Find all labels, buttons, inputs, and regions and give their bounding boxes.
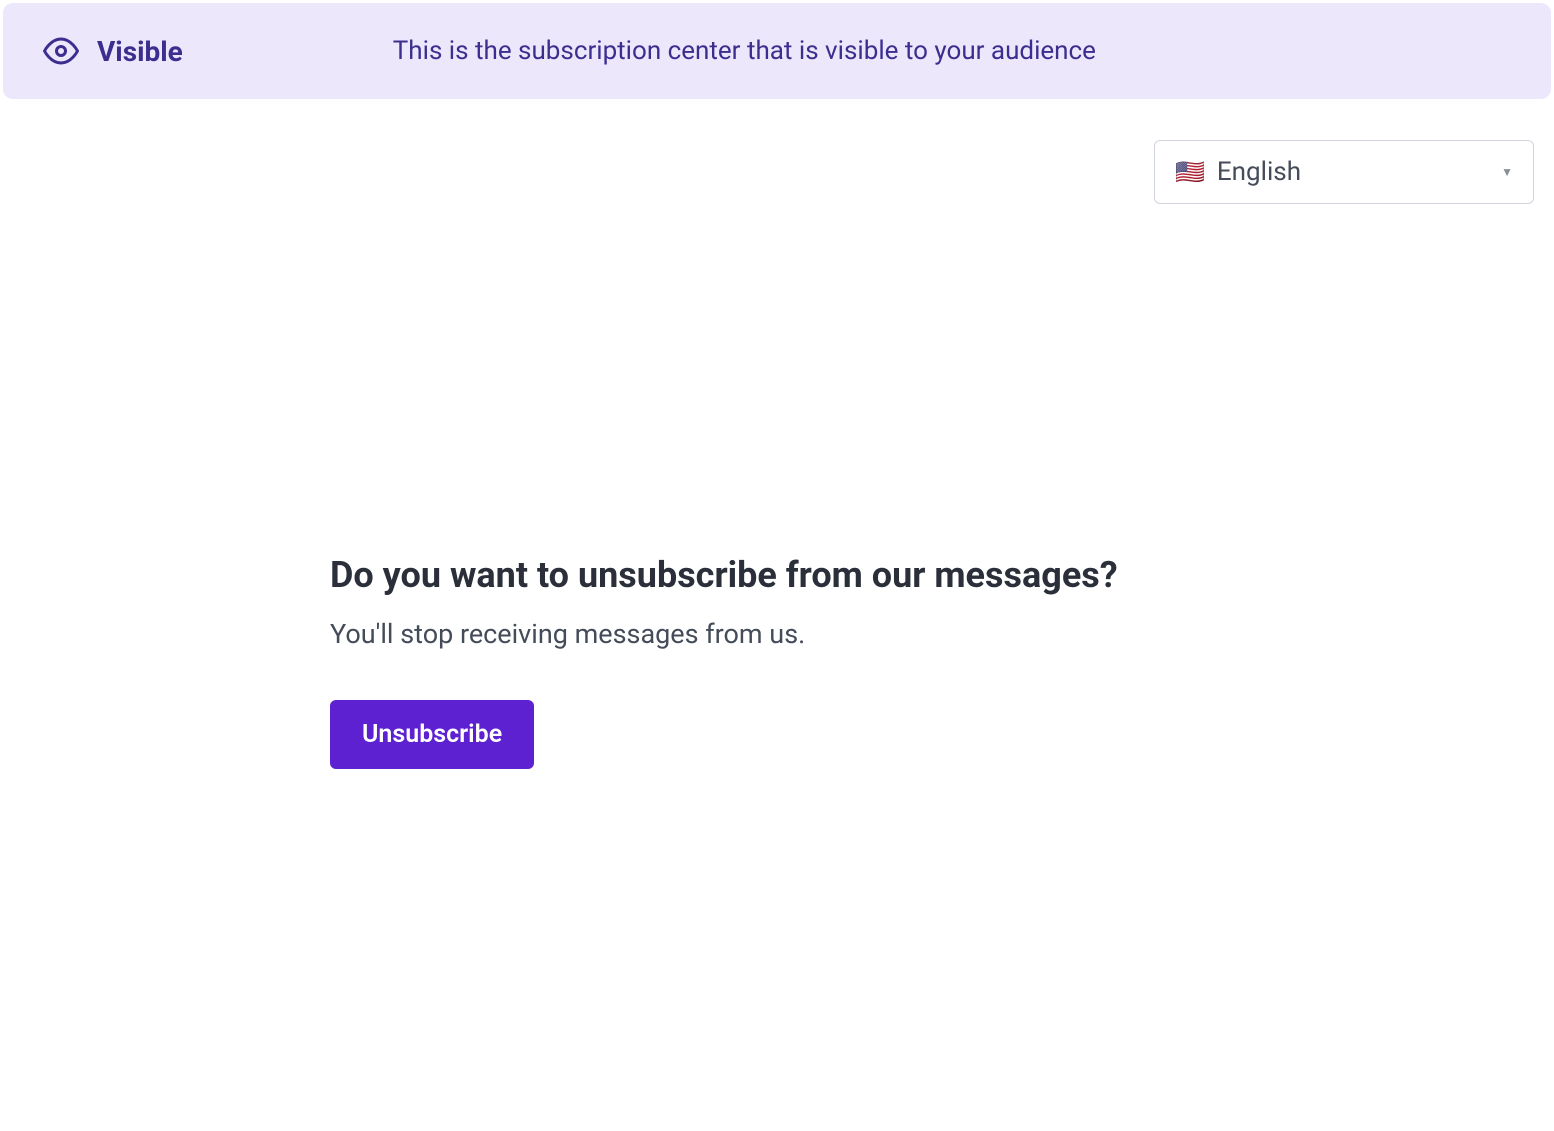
eye-icon <box>43 33 79 69</box>
page-heading: Do you want to unsubscribe from our mess… <box>330 554 1200 596</box>
language-selector[interactable]: 🇺🇸 English ▼ <box>1154 140 1534 204</box>
banner-left-group: Visible <box>43 33 183 69</box>
visibility-banner: Visible This is the subscription center … <box>3 3 1551 99</box>
page-subtext: You'll stop receiving messages from us. <box>330 618 1200 650</box>
language-label: English <box>1217 157 1489 187</box>
banner-label: Visible <box>97 35 183 68</box>
flag-icon: 🇺🇸 <box>1175 158 1205 186</box>
main-content: Do you want to unsubscribe from our mess… <box>0 204 1200 769</box>
banner-message: This is the subscription center that is … <box>393 36 1096 66</box>
controls-row: 🇺🇸 English ▼ <box>0 102 1554 204</box>
chevron-down-icon: ▼ <box>1501 165 1513 179</box>
unsubscribe-button[interactable]: Unsubscribe <box>330 700 534 769</box>
